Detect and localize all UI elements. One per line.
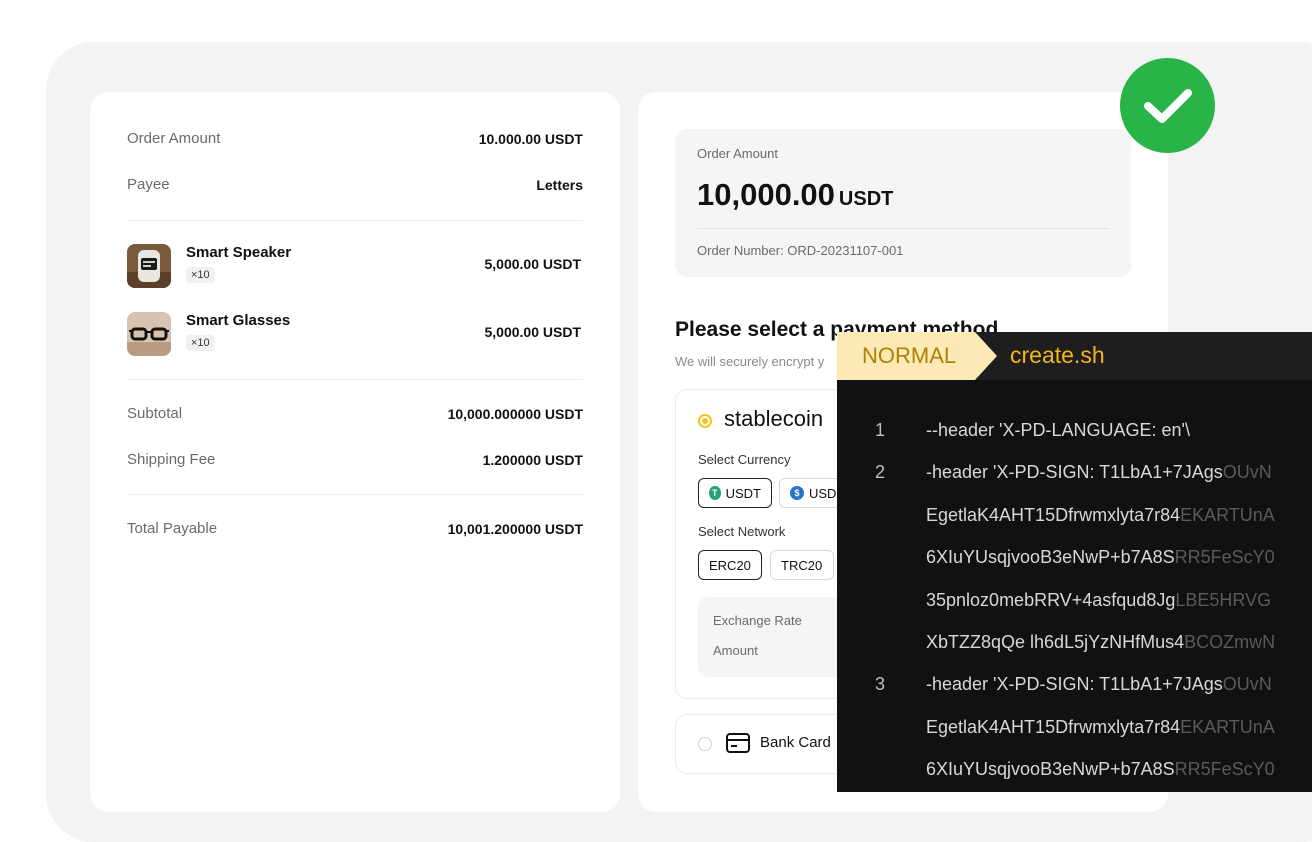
code-text: EgetlaK4AHT15Dfrwmxlyta7r84EKARTUnA [926, 717, 1275, 738]
network-option-trc20[interactable]: TRC20 [770, 550, 834, 580]
code-line: 2 -header 'X-PD-SIGN: T1LbA1+7JAgsOUvN [837, 454, 1312, 494]
payee-label: Payee [127, 176, 170, 193]
code-line: 35pnloz0mebRRV+4asfqud8JgLBE5HRVG [837, 582, 1312, 622]
code-line: EgetlaK4AHT15Dfrwmxlyta7r84EKARTUnA [837, 497, 1312, 537]
product-name: Smart Glasses [186, 312, 291, 329]
divider [127, 220, 583, 221]
code-line: 1 --header 'X-PD-LANGUAGE: en'\ [837, 412, 1312, 452]
shipping-value: 1.200000 USDT [482, 451, 583, 468]
network-label: TRC20 [781, 557, 823, 573]
total-value: 10,001.200000 USDT [447, 520, 583, 537]
subtotal-value: 10,000.000000 USDT [447, 405, 583, 422]
code-text-visible: XbTZZ8qQe lh6dL5jYzNHfMus4 [926, 632, 1185, 652]
product-item: Smart Glasses ×10 5,000.00 USDT [127, 312, 583, 358]
code-text-visible: 6XIuYUsqjvooB3eNwP+b7A8S [926, 759, 1175, 780]
code-text-visible: EgetlaK4AHT15Dfrwmxlyta7r84 [926, 504, 1181, 525]
code-text-visible: 6XIuYUsqjvooB3eNwP+b7A8S [926, 547, 1175, 568]
product-qty: ×10 [186, 335, 215, 351]
code-text-faded: BCOZmwN [1184, 632, 1276, 652]
summary-amount-value: 10,000.00 [697, 177, 835, 212]
code-text-visible: EgetlaK4AHT15Dfrwmxlyta7r84 [926, 716, 1181, 737]
network-option-erc20[interactable]: ERC20 [698, 550, 762, 580]
product-price: 5,000.00 USDT [484, 256, 582, 272]
code-text-faded: RR5FeScY0 [1174, 759, 1275, 780]
currency-label: USDT [725, 485, 761, 501]
order-amount-row: Order Amount 10.000.00 USDT [127, 130, 583, 147]
product-qty: ×10 [186, 267, 215, 283]
code-text: 6XIuYUsqjvooB3eNwP+b7A8SRR5FeScY0 [926, 759, 1275, 780]
order-summary-box: Order Amount 10,000.00 USDT Order Number:… [675, 129, 1131, 277]
subtotal-label: Subtotal [127, 405, 183, 422]
credit-card-icon [726, 733, 750, 753]
divider [697, 228, 1109, 229]
payee-row: Payee Letters [127, 176, 583, 193]
order-details-card: Order Amount 10.000.00 USDT Payee Letter… [90, 92, 620, 812]
code-line: XbTZZ8qQe lh6dL5jYzNHfMus4BCOZmwN [837, 624, 1312, 664]
summary-amount: 10,000.00 USDT [697, 177, 893, 213]
payment-method-subtitle: We will securely encrypt y [675, 354, 825, 369]
currency-label: USD [809, 485, 837, 501]
subtotal-row: Subtotal 10,000.000000 USDT [127, 405, 583, 422]
line-number: 3 [875, 674, 886, 695]
bank-card-radio[interactable] [698, 737, 712, 751]
code-line: 6XIuYUsqjvooB3eNwP+b7A8SRR5FeScY0 [837, 751, 1312, 791]
code-text-faded: OUvN [1222, 674, 1272, 695]
shipping-row: Shipping Fee 1.200000 USDT [127, 451, 583, 468]
smart-speaker-image [127, 244, 171, 288]
code-text-visible: --header 'X-PD-LANGUAGE: en'\ [926, 420, 1190, 440]
usdc-icon: $ [790, 486, 804, 500]
code-text: -header 'X-PD-SIGN: T1LbA1+7JAgsOUvN [926, 674, 1272, 695]
total-row: Total Payable 10,001.200000 USDT [127, 520, 583, 537]
summary-label: Order Amount [697, 146, 778, 161]
success-check-icon [1120, 58, 1215, 153]
code-text: 6XIuYUsqjvooB3eNwP+b7A8SRR5FeScY0 [926, 547, 1275, 568]
stablecoin-radio[interactable] [698, 414, 712, 428]
shipping-label: Shipping Fee [127, 451, 216, 468]
code-line: 6XIuYUsqjvooB3eNwP+b7A8SRR5FeScY0 [837, 539, 1312, 579]
order-number: Order Number: ORD-20231107-001 [697, 243, 904, 258]
total-label: Total Payable [127, 520, 218, 537]
code-text-faded: RR5FeScY0 [1174, 547, 1275, 568]
code-text-faded: EKARTUnA [1180, 716, 1275, 737]
select-network-label: Select Network [698, 524, 786, 539]
code-editor-panel: NORMAL create.sh 1 --header 'X-PD-LANGUAG… [837, 332, 1312, 792]
summary-unit: USDT [838, 188, 894, 210]
code-text: -header 'X-PD-SIGN: T1LbA1+7JAgsOUvN [926, 462, 1272, 483]
code-text-faded: OUvN [1222, 462, 1272, 483]
amount-label: Amount [713, 643, 758, 658]
mode-arrow [975, 332, 997, 380]
stablecoin-label: stablecoin [724, 406, 824, 431]
code-text: EgetlaK4AHT15Dfrwmxlyta7r84EKARTUnA [926, 505, 1275, 526]
network-label: ERC20 [709, 557, 751, 573]
divider [127, 494, 583, 495]
exchange-rate-label: Exchange Rate [713, 613, 802, 628]
code-text: XbTZZ8qQe lh6dL5jYzNHfMus4BCOZmwN [926, 632, 1275, 653]
line-number: 1 [875, 420, 886, 440]
code-text-visible: -header 'X-PD-SIGN: T1LbA1+7JAgs [926, 674, 1223, 695]
editor-status-bar: NORMAL create.sh [837, 332, 1312, 380]
file-name: create.sh [1010, 342, 1105, 368]
payee-value: Letters [536, 176, 583, 193]
currency-option-usdt[interactable]: T USDT [698, 478, 772, 508]
order-amount-label: Order Amount [127, 130, 221, 147]
order-amount-value: 10.000.00 USDT [478, 130, 583, 147]
code-text-visible: 35pnloz0mebRRV+4asfqud8Jg [926, 589, 1176, 610]
smart-glasses-image [127, 312, 171, 356]
code-text-faded: EKARTUnA [1180, 504, 1275, 525]
code-text: --header 'X-PD-LANGUAGE: en'\ [926, 420, 1190, 441]
code-text-faded: LBE5HRVG [1175, 589, 1272, 610]
code-line: 3 -header 'X-PD-SIGN: T1LbA1+7JAgsOUvN [837, 666, 1312, 706]
code-text-visible: -header 'X-PD-SIGN: T1LbA1+7JAgs [926, 462, 1223, 483]
product-item: Smart Speaker ×10 5,000.00 USDT [127, 244, 583, 290]
line-number: 2 [875, 462, 886, 483]
divider [127, 379, 583, 380]
code-line: EgetlaK4AHT15Dfrwmxlyta7r84EKARTUnA [837, 709, 1312, 749]
tether-icon: T [709, 486, 721, 500]
select-currency-label: Select Currency [698, 452, 791, 467]
bank-card-label: Bank Card [760, 734, 831, 751]
product-name: Smart Speaker [186, 244, 292, 261]
code-text: 35pnloz0mebRRV+4asfqud8JgLBE5HRVG [926, 590, 1271, 611]
vim-mode-indicator: NORMAL [837, 332, 975, 380]
product-price: 5,000.00 USDT [484, 324, 582, 340]
